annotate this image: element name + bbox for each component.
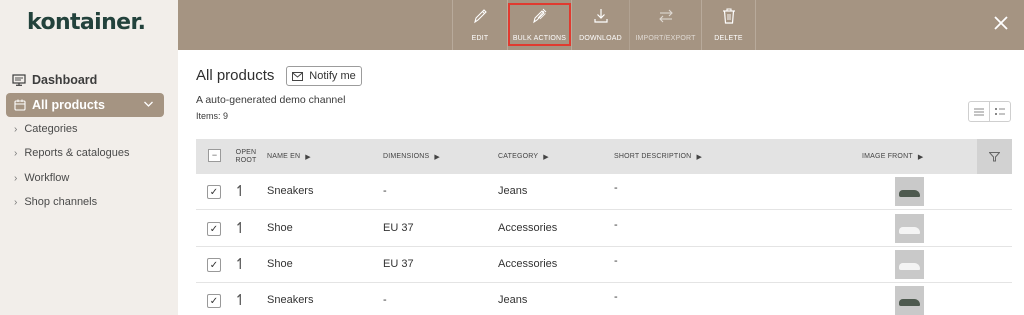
sidebar-item-workflow[interactable]: › Workflow <box>14 172 69 184</box>
open-root-icon[interactable]: ↿ <box>234 255 247 273</box>
cell-short-description: - <box>614 182 618 194</box>
cell-dimensions: - <box>383 294 387 306</box>
sort-icon: ▶ <box>434 153 440 161</box>
sort-icon: ▶ <box>305 153 311 161</box>
cell-name: Sneakers <box>267 294 314 306</box>
calendar-icon <box>14 99 26 111</box>
list-view-icon[interactable] <box>969 102 989 121</box>
cell-category: Jeans <box>498 185 528 197</box>
open-root-icon[interactable]: ↿ <box>234 291 247 309</box>
product-image-thumbnail[interactable] <box>895 286 924 315</box>
table-row[interactable]: ✓ ↿ Shoe EU 37 Accessories - <box>196 211 1012 247</box>
table-row[interactable]: ✓ ↿ Sneakers - Jeans - <box>196 174 1012 210</box>
cell-short-description: - <box>614 255 618 267</box>
page-title: All products <box>196 67 275 84</box>
sidebar-item-categories[interactable]: › Categories <box>14 123 78 135</box>
dashboard-icon <box>12 74 26 86</box>
delete-button[interactable]: DELETE <box>701 0 756 50</box>
row-checkbox[interactable]: ✓ <box>207 258 221 272</box>
chevron-down-icon[interactable] <box>143 98 154 110</box>
download-icon <box>593 9 608 23</box>
sidebar-item-label: All products <box>32 98 105 112</box>
product-image-thumbnail[interactable] <box>895 250 924 279</box>
chevron-right-icon: › <box>14 123 18 135</box>
cell-category: Accessories <box>498 258 558 270</box>
import-export-button[interactable]: IMPORT/EXPORT <box>629 0 701 50</box>
open-root-icon[interactable]: ↿ <box>234 219 247 237</box>
product-image-thumbnail[interactable] <box>895 177 924 206</box>
filter-button[interactable] <box>977 139 1012 174</box>
column-short-description[interactable]: SHORT DESCRIPTION ▶ <box>614 139 702 174</box>
column-name[interactable]: NAME EN ▶ <box>267 139 311 174</box>
cell-category: Jeans <box>498 294 528 306</box>
column-dimensions[interactable]: DIMENSIONS ▶ <box>383 139 440 174</box>
chevron-right-icon: › <box>14 196 18 208</box>
sort-icon: ▶ <box>543 153 549 161</box>
view-toggle <box>968 101 1011 122</box>
sidebar-item-label: Categories <box>24 123 78 135</box>
sort-icon: ▶ <box>917 153 924 161</box>
sidebar-item-label: Reports & catalogues <box>24 147 130 159</box>
sidebar-item-label: Dashboard <box>32 73 98 87</box>
open-root-icon[interactable]: ↿ <box>234 182 247 200</box>
bulk-actions-button[interactable]: BULK ACTIONS <box>507 0 571 50</box>
notify-me-button[interactable]: Notify me <box>286 66 362 86</box>
channel-subtitle: A auto-generated demo channel <box>196 94 346 106</box>
sort-icon: ▶ <box>696 153 703 161</box>
close-icon[interactable] <box>992 12 1010 34</box>
items-count: Items: 9 <box>196 111 229 121</box>
row-checkbox[interactable]: ✓ <box>207 185 221 199</box>
sidebar-item-all-products[interactable]: All products <box>6 93 164 117</box>
action-toolbar: EDIT BULK ACTIONS DOWNLOAD IMPORT/EXPORT <box>178 0 1024 50</box>
sidebar: kontainer. Dashboard All products › Cate… <box>0 0 178 315</box>
product-image-thumbnail[interactable] <box>895 214 924 243</box>
cell-short-description: - <box>614 291 618 303</box>
cell-name: Shoe <box>267 258 293 270</box>
chevron-right-icon: › <box>14 147 18 159</box>
swap-icon <box>658 9 673 23</box>
trash-icon <box>722 8 735 24</box>
cell-dimensions: EU 37 <box>383 222 414 234</box>
multi-pencil-icon <box>532 8 546 24</box>
download-button[interactable]: DOWNLOAD <box>571 0 629 50</box>
sidebar-item-reports[interactable]: › Reports & catalogues <box>14 147 130 159</box>
column-image-front[interactable]: IMAGE FRONT ▶ <box>862 139 923 174</box>
column-open-root: OPEN ROOT <box>235 148 257 164</box>
column-category[interactable]: CATEGORY ▶ <box>498 139 549 174</box>
sidebar-item-shop-channels[interactable]: › Shop channels <box>14 196 97 208</box>
table-row[interactable]: ✓ ↿ Sneakers - Jeans - <box>196 283 1012 315</box>
pencil-icon <box>474 9 487 24</box>
cell-dimensions: - <box>383 185 387 197</box>
cell-name: Sneakers <box>267 185 314 197</box>
chevron-right-icon: › <box>14 172 18 184</box>
cell-category: Accessories <box>498 222 558 234</box>
sidebar-item-label: Shop channels <box>24 196 98 208</box>
cell-dimensions: EU 37 <box>383 258 414 270</box>
sidebar-item-dashboard[interactable]: Dashboard <box>12 73 97 87</box>
logo[interactable]: kontainer. <box>27 10 146 35</box>
table-row[interactable]: ✓ ↿ Shoe EU 37 Accessories - <box>196 247 1012 283</box>
filter-icon <box>989 151 1000 161</box>
cell-short-description: - <box>614 219 618 231</box>
edit-button[interactable]: EDIT <box>452 0 507 50</box>
row-checkbox[interactable]: ✓ <box>207 294 221 308</box>
select-all-checkbox[interactable]: − <box>208 149 221 162</box>
mail-icon <box>292 71 304 81</box>
table-header: − OPEN ROOT NAME EN ▶ DIMENSIONS ▶ CATEGOR… <box>196 139 1012 174</box>
sidebar-item-label: Workflow <box>24 172 70 184</box>
cell-name: Shoe <box>267 222 293 234</box>
row-checkbox[interactable]: ✓ <box>207 222 221 236</box>
detail-view-icon[interactable] <box>989 102 1010 121</box>
